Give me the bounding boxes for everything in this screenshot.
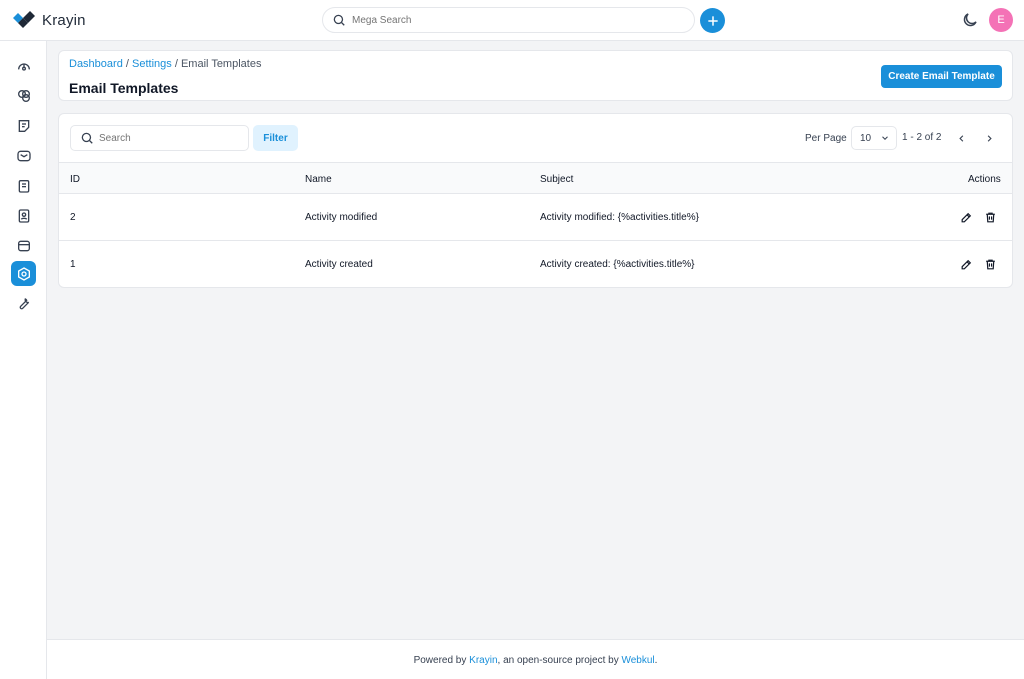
breadcrumb: Dashboard / Settings / Email Templates — [69, 58, 261, 70]
footer-middle: , an open-source project by — [497, 655, 622, 666]
webkul-link[interactable]: Webkul — [621, 655, 654, 666]
table-row: 2 Activity modified Activity modified: {… — [59, 194, 1012, 241]
contact-icon — [18, 208, 29, 223]
filter-icon — [17, 89, 30, 102]
search-input[interactable] — [99, 132, 239, 144]
krayin-logo-icon — [13, 11, 35, 28]
footer-prefix: Powered by — [413, 655, 470, 666]
footer-suffix: . — [654, 655, 658, 666]
app-logo[interactable]: Krayin — [12, 10, 86, 30]
mega-search[interactable] — [322, 7, 695, 33]
trash-icon — [985, 259, 995, 269]
per-page-label: Per Page — [805, 133, 847, 144]
gear-icon — [17, 266, 30, 281]
cell-id: 2 — [70, 212, 76, 223]
per-page-select[interactable]: 10 — [851, 126, 897, 150]
sidebar-item-settings[interactable] — [11, 261, 36, 286]
breadcrumb-dashboard[interactable]: Dashboard — [69, 58, 123, 70]
edit-button[interactable] — [958, 209, 974, 225]
footer: Powered by Krayin, an open-source projec… — [47, 639, 1024, 679]
edit-button[interactable] — [958, 256, 974, 272]
cell-id: 1 — [70, 259, 76, 270]
chevron-left-icon — [958, 134, 963, 142]
box-icon — [17, 240, 30, 251]
delete-button[interactable] — [982, 209, 998, 225]
dark-mode-icon[interactable] — [961, 11, 979, 29]
chevron-down-icon — [882, 136, 888, 140]
chevron-right-icon — [987, 134, 992, 142]
pagination-info: 1 - 2 of 2 — [902, 132, 942, 143]
delete-button[interactable] — [982, 256, 998, 272]
search-icon — [333, 14, 345, 26]
cell-subject: Activity created: {%activities.title%} — [540, 259, 695, 270]
gauge-icon — [17, 62, 30, 71]
per-page-value: 10 — [860, 132, 872, 144]
pencil-icon — [961, 212, 971, 222]
page-header-card: Dashboard / Settings / Email Templates E… — [58, 50, 1013, 101]
sidebar-item-dashboard[interactable] — [11, 53, 36, 78]
cell-subject: Activity modified: {%activities.title%} — [540, 212, 699, 223]
mail-icon — [16, 150, 31, 161]
column-header-id[interactable]: ID — [70, 174, 80, 185]
sidebar-item-activities[interactable] — [11, 173, 36, 198]
top-header: Krayin E — [0, 0, 1024, 41]
column-header-name[interactable]: Name — [305, 174, 332, 185]
page-title: Email Templates — [69, 80, 179, 96]
clipboard-icon — [18, 179, 29, 193]
app-name: Krayin — [42, 11, 86, 29]
cell-name: Activity modified — [305, 212, 378, 223]
datagrid-card: Filter Per Page 10 1 - 2 of 2 ID Name Su… — [58, 113, 1013, 288]
breadcrumb-settings[interactable]: Settings — [132, 58, 172, 70]
create-email-template-button[interactable]: Create Email Template — [881, 65, 1002, 88]
sidebar-item-quotes[interactable] — [11, 113, 36, 138]
sidebar-item-contacts[interactable] — [11, 203, 36, 228]
mega-search-input[interactable] — [352, 14, 652, 26]
previous-page-button[interactable] — [953, 130, 969, 146]
sidebar-item-mail[interactable] — [11, 143, 36, 168]
column-header-subject[interactable]: Subject — [540, 174, 573, 185]
sidebar-item-leads[interactable] — [11, 83, 36, 108]
column-header-actions: Actions — [968, 174, 1001, 185]
sidebar-item-configuration[interactable] — [11, 290, 36, 315]
wrench-icon — [19, 297, 29, 309]
next-page-button[interactable] — [981, 130, 997, 146]
table-row: 1 Activity created Activity created: {%a… — [59, 241, 1012, 287]
sidebar-item-products[interactable] — [11, 233, 36, 258]
krayin-link[interactable]: Krayin — [469, 655, 497, 666]
pencil-icon — [961, 259, 971, 269]
datagrid-search[interactable] — [70, 125, 249, 151]
user-avatar[interactable]: E — [989, 8, 1013, 32]
note-icon — [18, 119, 29, 132]
cell-name: Activity created — [305, 259, 373, 270]
breadcrumb-current: Email Templates — [180, 58, 262, 70]
trash-icon — [985, 212, 995, 222]
sidebar — [0, 41, 47, 679]
search-icon — [81, 132, 93, 144]
plus-icon — [707, 15, 718, 26]
table-header: ID Name Subject Actions — [59, 162, 1012, 194]
filter-button[interactable]: Filter — [253, 125, 298, 151]
quick-create-button[interactable] — [700, 8, 725, 33]
